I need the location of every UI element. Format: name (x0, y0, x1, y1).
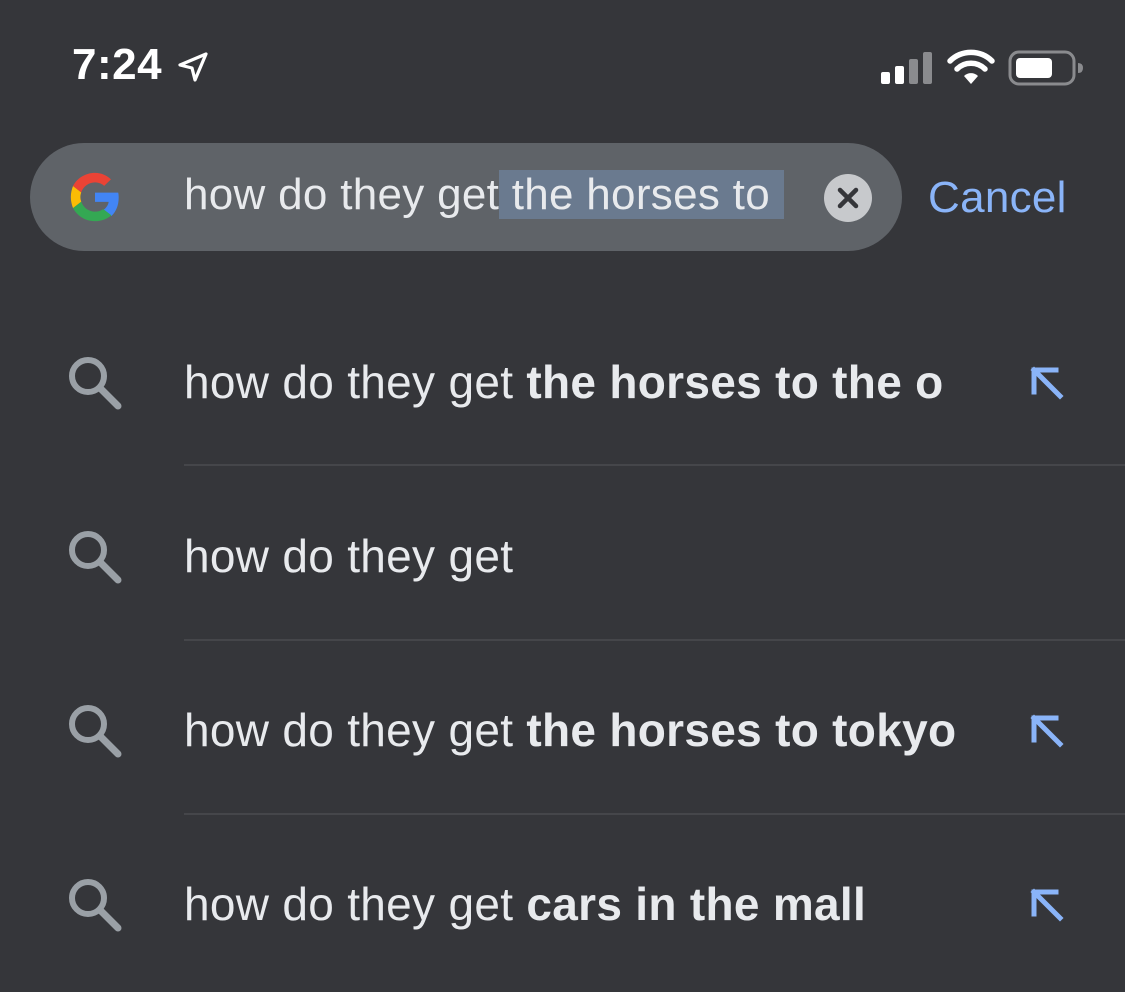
location-arrow-icon (178, 52, 208, 82)
battery-icon (1008, 50, 1083, 86)
wifi-icon (947, 49, 995, 84)
search-icon (69, 879, 122, 932)
suggestion-text: how do they get (184, 526, 1014, 586)
query-unselected-text: how do they get (184, 170, 500, 219)
cellular-signal-icon (881, 52, 932, 84)
suggestion-completion: the horses to tokyo (526, 704, 957, 756)
suggestion-prefix: how do they get (184, 530, 514, 582)
divider (184, 639, 1125, 641)
search-icon (69, 531, 122, 584)
search-icon (69, 705, 122, 758)
status-bar: 7:24 (0, 0, 1125, 135)
status-time: 7:24 (72, 40, 163, 89)
suggestion-row[interactable]: how do they get the horses to tokyo (0, 644, 1125, 818)
suggestion-row[interactable]: how do they get (0, 470, 1125, 644)
fill-query-arrow-icon[interactable] (1026, 884, 1068, 926)
search-icon (69, 357, 122, 410)
suggestion-text: how do they get the horses to the o (184, 352, 1014, 412)
suggestion-prefix: how do they get (184, 356, 527, 408)
fill-query-arrow-icon[interactable] (1026, 362, 1068, 404)
suggestion-completion: cars in the mall (526, 878, 867, 930)
search-input[interactable]: how do they get the horses to (184, 166, 784, 224)
suggestion-row[interactable]: how do they get the horses to the o (0, 296, 1125, 470)
suggestion-row[interactable]: how do they get cars in the mall (0, 818, 1125, 992)
query-selected-text: the horses to (499, 170, 784, 219)
suggestion-prefix: how do they get (184, 704, 527, 756)
suggestion-text: how do they get cars in the mall (184, 874, 1014, 934)
text-fade (954, 700, 1014, 760)
clear-icon (837, 187, 859, 209)
fill-query-arrow-icon[interactable] (1026, 710, 1068, 752)
text-fade (954, 352, 1014, 412)
clear-search-button[interactable] (824, 174, 872, 222)
cancel-button[interactable]: Cancel (928, 169, 1067, 227)
suggestion-text: how do they get the horses to tokyo (184, 700, 1014, 760)
divider (184, 813, 1125, 815)
suggestion-completion: the horses to the o (526, 356, 944, 408)
suggestion-prefix: how do they get (184, 878, 527, 930)
google-logo (70, 172, 119, 222)
divider (184, 464, 1125, 466)
